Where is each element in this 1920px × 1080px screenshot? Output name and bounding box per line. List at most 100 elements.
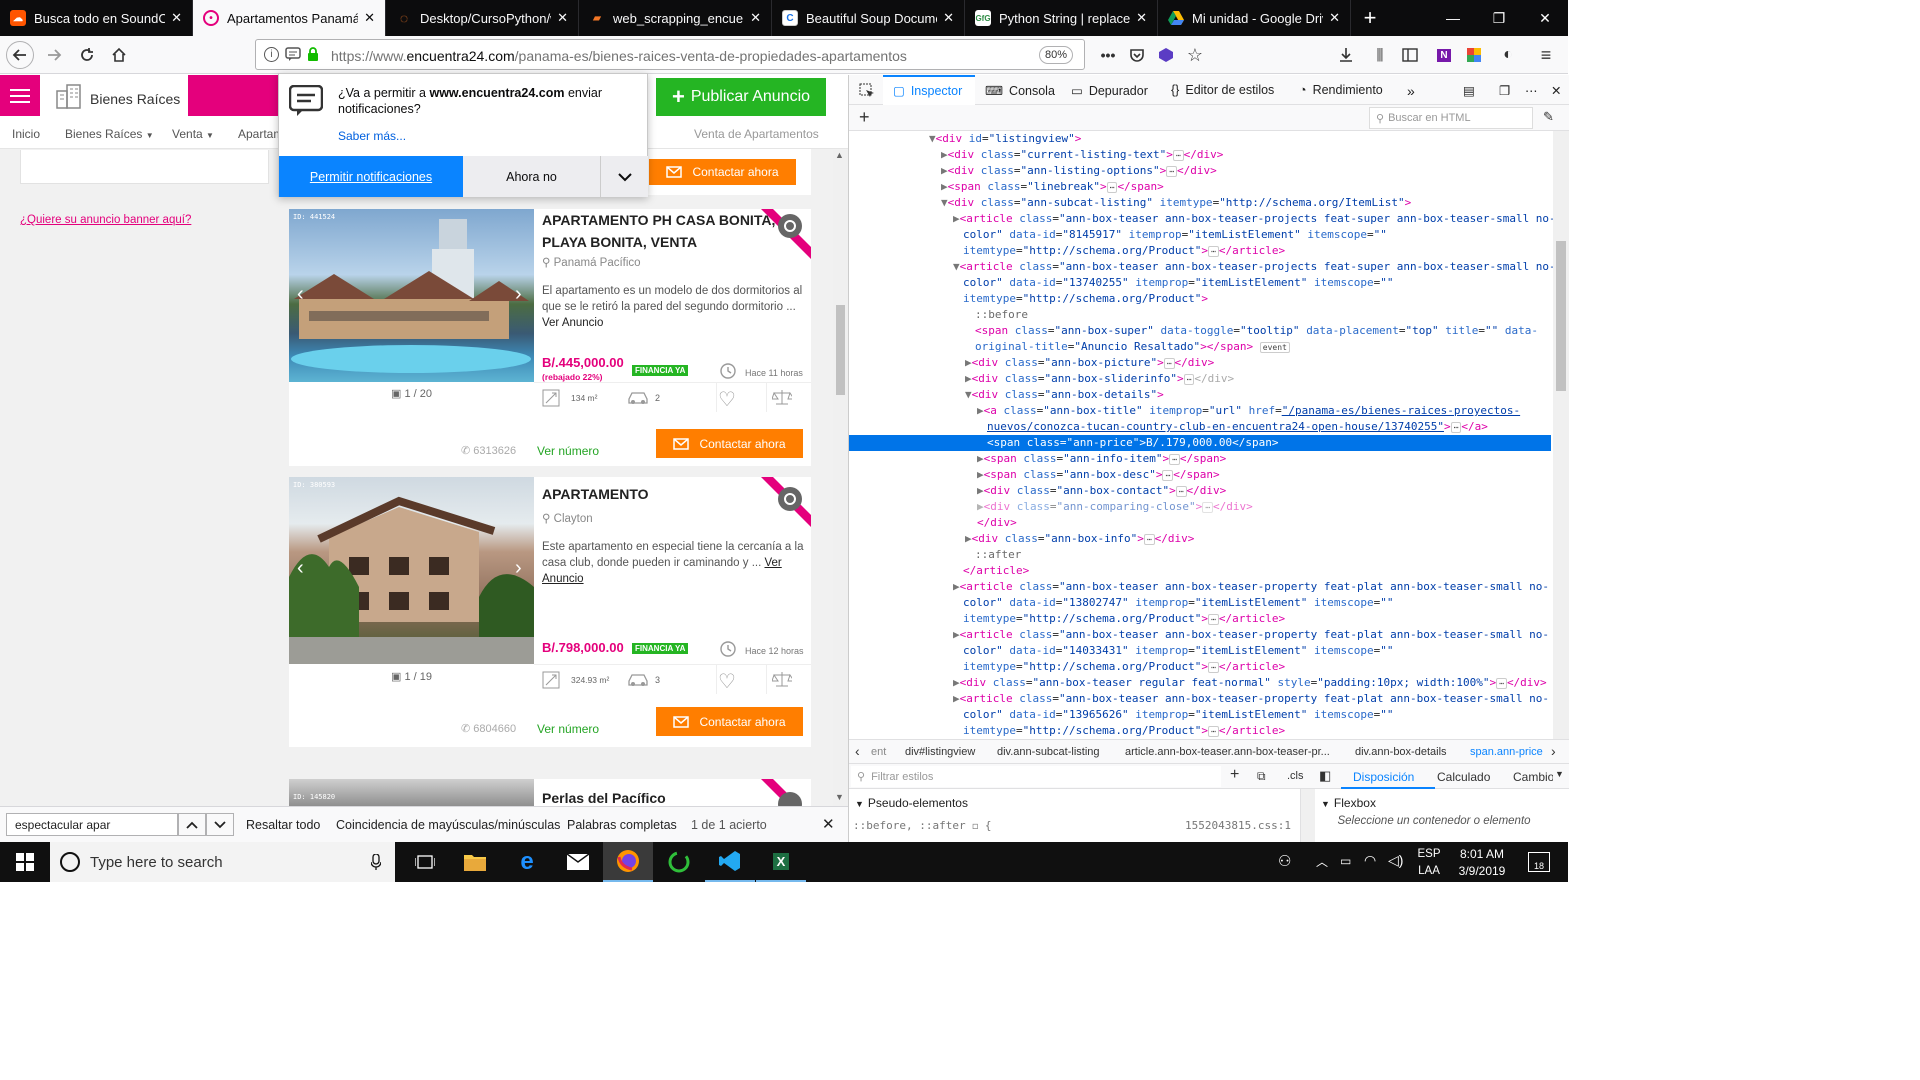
dom-node[interactable]: ▶<span class="ann-box-desc"> ⋯ </span> xyxy=(849,467,1553,483)
subnav-inicio[interactable]: Inicio xyxy=(12,127,40,141)
pseudo-class-toggle-icon[interactable]: ⧉ xyxy=(1257,769,1266,784)
eyedropper-icon[interactable]: ✎ xyxy=(1543,109,1554,125)
subnav-bienes-raices[interactable]: Bienes Raíces ▼ xyxy=(65,127,154,141)
dom-node-selected[interactable]: <span class="ann-price">B/.179,000.00</s… xyxy=(849,435,1551,452)
vscode-icon[interactable] xyxy=(705,842,755,882)
caret-down-icon[interactable]: ▼ xyxy=(1555,769,1564,779)
subnav-apartamentos[interactable]: Apartam xyxy=(238,127,283,141)
close-tab-icon[interactable]: ✕ xyxy=(557,10,568,26)
close-tab-icon[interactable]: ✕ xyxy=(364,10,375,26)
zoom-indicator[interactable]: 80% xyxy=(1039,46,1073,64)
dom-node[interactable]: ▶<span class="ann-info-item"> ⋯ </span> xyxy=(849,451,1553,467)
page-scrollbar[interactable]: ▲ ▼ xyxy=(833,150,848,806)
notification-permission-icon[interactable] xyxy=(285,46,301,62)
dom-node[interactable]: ▼<div id="listingview"> xyxy=(849,131,1553,147)
tray-expand-icon[interactable]: ︿ xyxy=(1316,853,1328,870)
tab-soundcloud[interactable]: ☁ Busca todo en SoundCl ✕ xyxy=(0,0,193,36)
whole-words-toggle[interactable]: Palabras completas xyxy=(567,818,677,832)
tab-inspector-label[interactable]: ▢ Inspector xyxy=(893,83,962,99)
contact-button[interactable]: Contactar ahora xyxy=(656,429,803,458)
dom-node[interactable]: ::before xyxy=(849,307,1553,323)
tab-performance[interactable]: ◔ Rendimiento xyxy=(1299,83,1383,97)
allow-notifications-button[interactable]: Permitir notificaciones xyxy=(279,156,463,197)
rules-scrollbar[interactable] xyxy=(1301,789,1315,842)
tab-computed[interactable]: Calculado xyxy=(1437,770,1490,784)
library-icon[interactable]: ⫼ xyxy=(1366,41,1394,69)
input-language[interactable]: ESP LAA xyxy=(1416,846,1442,880)
banner-ad-link[interactable]: ¿Quiere su anuncio banner aquí? xyxy=(20,214,191,226)
tab-layout[interactable]: Disposición xyxy=(1353,770,1414,784)
close-tab-icon[interactable]: ✕ xyxy=(1329,10,1340,26)
close-tab-icon[interactable]: ✕ xyxy=(750,10,761,26)
taskbar-search-box[interactable]: Type here to search xyxy=(50,842,395,882)
devtools-close-icon[interactable]: ✕ xyxy=(1551,83,1561,98)
compare-scale-icon[interactable] xyxy=(772,389,792,405)
green-app-icon[interactable] xyxy=(654,842,704,882)
scroll-down-icon[interactable]: ▼ xyxy=(835,792,844,802)
listing-card[interactable]: ID: 441524 ‹ › APARTAMENTO PH CASA BONIT… xyxy=(289,209,811,466)
dom-node[interactable]: ▼<article class="ann-box-teaser ann-box-… xyxy=(849,259,1553,275)
more-tabs-icon[interactable]: » xyxy=(1407,83,1415,99)
dom-node[interactable]: ▶<div class="ann-box-teaser regular feat… xyxy=(849,675,1553,691)
dom-node[interactable]: ▶<span class="linebreak"> ⋯ </span> xyxy=(849,179,1553,195)
contact-button[interactable]: Contactar ahora xyxy=(649,159,796,185)
listing-photo[interactable]: ID: 380593 ‹ › xyxy=(289,477,534,664)
page-actions-icon[interactable]: ••• xyxy=(1094,41,1122,69)
people-icon[interactable]: ⚇ xyxy=(1278,852,1291,870)
new-tab-button[interactable]: + xyxy=(1352,0,1388,36)
dom-node[interactable]: ▶<article class="ann-box-teaser ann-box-… xyxy=(849,579,1553,595)
menu-icon[interactable]: ≡ xyxy=(1532,41,1560,69)
devtools-menu-icon[interactable]: ⋯ xyxy=(1525,83,1538,98)
find-previous-button[interactable] xyxy=(178,813,206,836)
firefox-icon[interactable] xyxy=(603,842,653,882)
extension-icon[interactable] xyxy=(1152,41,1180,69)
compare-scale-icon[interactable] xyxy=(772,671,792,687)
add-rule-icon[interactable]: + xyxy=(1230,766,1239,784)
layout-panel-icon[interactable]: ◧ xyxy=(1319,768,1331,784)
tab-console[interactable]: ⌨ Consola xyxy=(985,83,1055,99)
colorful-extension-icon[interactable] xyxy=(1460,41,1488,69)
cls-toggle[interactable]: .cls xyxy=(1287,770,1304,782)
sidebar-icon[interactable] xyxy=(1396,41,1424,69)
dom-node[interactable]: ▶<div class="ann-comparing-close"> ⋯ </div… xyxy=(849,499,1553,515)
action-center-icon[interactable]: 18 xyxy=(1528,852,1550,872)
close-window-button[interactable]: ✕ xyxy=(1522,0,1568,36)
contact-button[interactable]: Contactar ahora xyxy=(656,707,803,736)
dom-node[interactable]: ▼<div class="ann-subcat-listing" itemtyp… xyxy=(849,195,1553,211)
dom-node[interactable]: ::after xyxy=(849,547,1553,563)
dom-node[interactable]: ▶<div class="ann-box-picture"> ⋯ </div> xyxy=(849,355,1553,371)
chevron-right-icon[interactable]: › xyxy=(515,557,522,580)
excel-icon[interactable]: X xyxy=(756,842,806,882)
listing-photo[interactable]: ID: 441524 ‹ › xyxy=(289,209,534,382)
rule-source-link[interactable]: 1552043815.css:1 xyxy=(1185,819,1291,832)
volume-icon[interactable]: ◁) xyxy=(1388,852,1403,869)
breadcrumb-item-selected[interactable]: span.ann-price xyxy=(1470,746,1543,758)
wifi-icon[interactable]: ◠ xyxy=(1364,852,1376,869)
breadcrumb-item[interactable]: article.ann-box-teaser.ann-box-teaser-pr… xyxy=(1125,746,1330,758)
edge-icon[interactable]: e xyxy=(502,842,552,882)
dock-icon[interactable]: ❐ xyxy=(1499,83,1510,98)
reload-button[interactable] xyxy=(73,41,101,69)
subnav-venta[interactable]: Venta ▼ xyxy=(172,127,214,141)
minimize-button[interactable]: — xyxy=(1430,0,1476,36)
view-ad-link[interactable]: Ver Anuncio xyxy=(542,315,807,331)
not-now-button[interactable]: Ahora no xyxy=(463,156,601,197)
file-explorer-icon[interactable] xyxy=(450,842,500,882)
close-tab-icon[interactable]: ✕ xyxy=(1136,10,1147,26)
breadcrumb-item[interactable]: div.ann-subcat-listing xyxy=(997,746,1100,758)
chevron-left-icon[interactable]: ‹ xyxy=(297,557,304,580)
highlight-all-toggle[interactable]: Resaltar todo xyxy=(246,818,320,832)
listing-title[interactable]: APARTAMENTO PH CASA BONITA, PLAYA BONITA,… xyxy=(542,209,775,253)
tab-geeksforgeeks[interactable]: GfG Python String | replace() ✕ xyxy=(965,0,1158,36)
tab-beautifulsoup[interactable]: C Beautiful Soup Docume ✕ xyxy=(772,0,965,36)
tab-google-drive[interactable]: Mi unidad - Google Driv ✕ xyxy=(1158,0,1351,36)
scrollbar-thumb[interactable] xyxy=(1556,241,1566,391)
find-next-button[interactable] xyxy=(206,813,234,836)
dom-node[interactable]: ▼<div class="ann-box-details"> xyxy=(849,387,1553,403)
hamburger-menu-button[interactable] xyxy=(0,75,40,116)
onenote-icon[interactable]: N xyxy=(1430,41,1458,69)
see-number-link[interactable]: Ver número xyxy=(537,722,599,736)
url-bar[interactable]: i https://www.encuentra24.com/panama-es/… xyxy=(255,39,1085,70)
breadcrumb-item[interactable]: div#listingview xyxy=(905,746,975,758)
listing-title[interactable]: APARTAMENTO xyxy=(542,483,649,505)
